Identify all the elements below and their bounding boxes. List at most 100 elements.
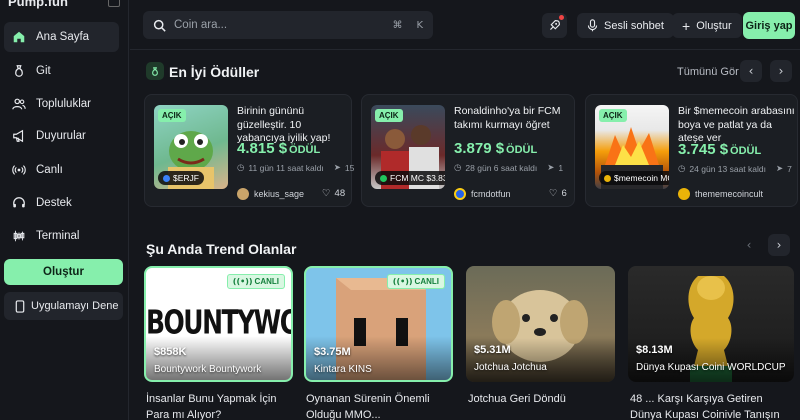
- clock-icon: ◷: [454, 163, 462, 173]
- rewards-section-title: En İyi Ödüller: [169, 64, 260, 80]
- heart-icon: ♡: [549, 188, 558, 199]
- amount-value: 4.815 $: [237, 140, 288, 157]
- app-logo[interactable]: Pump.fun: [8, 0, 68, 9]
- live-label: CANLI: [254, 277, 279, 286]
- sidebar-item-announcements[interactable]: Duyurular: [4, 121, 119, 151]
- trending-card[interactable]: BOUNTYWORK ((•))CANLI $858K Bountywork B…: [144, 266, 293, 382]
- see-all-link[interactable]: Tümünü Gör: [677, 66, 739, 78]
- sidebar-item-terminal[interactable]: Terminal: [4, 221, 119, 251]
- submissions-count: 15: [344, 163, 355, 173]
- sidebar-item-label: Git: [36, 65, 51, 77]
- broadcast-icon: ((•)): [392, 277, 413, 286]
- amount-suffix: ÖDÜL: [506, 144, 538, 156]
- send-icon: ➤: [547, 163, 555, 173]
- broadcast-icon: ((•)): [232, 277, 253, 286]
- search-bar[interactable]: ⌘ K: [143, 11, 433, 39]
- time-left: 24 gün 13 saat kaldı: [689, 164, 766, 174]
- clock-icon: ◷: [678, 164, 686, 174]
- rocket-icon: [550, 20, 560, 30]
- rewards-prev-button[interactable]: ‹: [740, 60, 762, 82]
- likes-count: 6: [561, 188, 567, 199]
- trending-card[interactable]: ((•)) CANLI $3.75M Kintara KINS: [304, 266, 453, 382]
- reward-user[interactable]: fcmdotfun: [454, 188, 511, 200]
- market-cap: $8.13M: [636, 344, 673, 356]
- token-icon: [163, 174, 170, 182]
- likes[interactable]: ♡ 48: [322, 188, 345, 199]
- topbar: ⌘ K Sesli sohbet + Oluştur Giriş yap: [130, 0, 800, 50]
- sidebar-item-communities[interactable]: Topluluklar: [4, 89, 119, 119]
- clock-icon: ◷: [237, 163, 245, 173]
- logo-row: Pump.fun: [8, 0, 120, 9]
- reward-image: AÇIK $ERJF: [154, 105, 228, 189]
- notifications-button[interactable]: [542, 13, 567, 38]
- sidebar-item-live[interactable]: Canlı: [4, 155, 119, 185]
- microphone-icon: [587, 19, 598, 32]
- avatar: [678, 188, 690, 200]
- heart-icon: ♡: [322, 188, 331, 199]
- sidebar-item-home[interactable]: Ana Sayfa: [4, 22, 119, 52]
- chevron-right-icon: ›: [778, 64, 784, 78]
- trending-next-button[interactable]: ›: [768, 234, 790, 256]
- search-icon: [153, 19, 166, 32]
- status-badge: AÇIK: [599, 109, 627, 122]
- reward-user[interactable]: thememecoincult: [678, 188, 763, 200]
- sidebar-create-button[interactable]: Oluştur: [4, 259, 123, 285]
- sidebar-item-support[interactable]: Destek: [4, 188, 119, 218]
- likes[interactable]: ♡ 6: [549, 188, 567, 199]
- sidebar-item-label: Canlı: [36, 164, 63, 176]
- megaphone-icon: [13, 129, 24, 143]
- time-left: 28 gün 6 saat kaldı: [465, 163, 538, 173]
- likes-count: 48: [334, 188, 346, 199]
- headset-icon: [13, 197, 25, 208]
- token-icon: [380, 174, 387, 182]
- sidebar-collapse-icon[interactable]: [108, 0, 120, 7]
- send-icon: ➤: [333, 163, 341, 173]
- reward-card[interactable]: AÇIK $ERJF Birinin gününü güzelleştir. 1…: [144, 94, 355, 207]
- market-cap: $5.31M: [474, 344, 511, 356]
- token-icon: [604, 174, 611, 182]
- sidebar-item-label: Terminal: [36, 230, 80, 242]
- rewards-next-button[interactable]: ›: [770, 60, 792, 82]
- home-icon: [13, 31, 25, 43]
- try-app-button[interactable]: Uygulamayı Dene: [4, 292, 123, 320]
- avatar: [237, 188, 249, 200]
- token-name: Kintara KINS: [314, 364, 372, 375]
- broadcast-icon: [12, 165, 26, 175]
- trending-card[interactable]: $8.13M Dünya Kupası Coini WORLDCUP: [628, 266, 794, 382]
- chevron-left-icon: ‹: [748, 64, 754, 78]
- token-name: Bountywork Bountywork: [154, 364, 262, 375]
- reward-title: Bir $memecoin arabasını boya ve patlat y…: [678, 105, 795, 145]
- trending-card[interactable]: $5.31M Jotchua Jotchua: [466, 266, 615, 382]
- live-badge: ((•)) CANLI: [386, 274, 445, 289]
- voice-chat-button[interactable]: Sesli sohbet: [577, 13, 674, 38]
- sidebar-item-label: Duyurular: [36, 130, 86, 142]
- shortcut-cmd: ⌘: [392, 19, 403, 31]
- sidebar: Pump.fun Ana Sayfa Git Topluluklar Duyur…: [0, 0, 129, 420]
- amount-value: 3.745 $: [678, 141, 729, 158]
- ticker-label: $ERJF: [173, 173, 199, 183]
- submissions-count: 1: [558, 163, 564, 173]
- trending-description: 48 ... Karşı Karşıya Getiren Dünya Kupas…: [630, 393, 780, 420]
- trending-description: Oynanan Sürenin Önemli Olduğu MMO...: [306, 393, 430, 420]
- reward-card[interactable]: AÇIK $memecoin MC $ Bir $memecoin arabas…: [585, 94, 798, 207]
- create-coin-button[interactable]: + Oluştur: [672, 13, 742, 38]
- trending-description: İnsanlar Bunu Yapmak İçin Para mı Alıyor…: [146, 393, 277, 420]
- ticker-label: $memecoin MC $: [614, 173, 669, 183]
- phone-icon: [15, 299, 25, 313]
- token-name: Dünya Kupası Coini WORLDCUP: [636, 362, 786, 373]
- create-label: Oluştur: [696, 19, 732, 32]
- sidebar-item-git[interactable]: Git: [4, 56, 119, 86]
- reward-title: Ronaldinho'ya bir FCM takımı kurmayı öğr…: [454, 105, 561, 131]
- reward-user[interactable]: kekius_sage: [237, 188, 304, 200]
- reward-card[interactable]: AÇIK FCM MC $3.83 Ronaldinho'ya bir FCM …: [361, 94, 575, 207]
- voice-chat-label: Sesli sohbet: [604, 19, 664, 32]
- login-button[interactable]: Giriş yap: [743, 12, 795, 39]
- avatar: [454, 188, 466, 200]
- search-input[interactable]: [174, 19, 385, 31]
- plus-icon: +: [682, 17, 691, 34]
- reward-amount: 3.879 $ ÖDÜL: [454, 140, 537, 157]
- trending-prev-button[interactable]: ‹: [738, 234, 760, 256]
- live-badge: ((•)) CANLI: [226, 274, 285, 289]
- ticker-pill: $memecoin MC $: [599, 171, 669, 185]
- try-app-label: Uygulamayı Dene: [31, 300, 119, 312]
